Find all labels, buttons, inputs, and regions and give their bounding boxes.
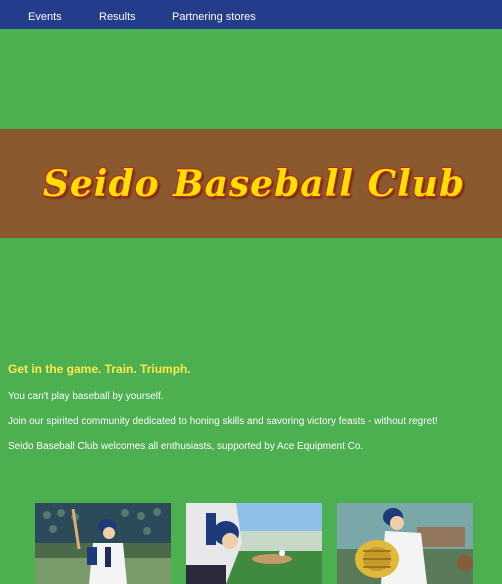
intro-paragraph: You can't play baseball by yourself. xyxy=(8,391,164,402)
nav-partnering-stores-link[interactable]: Partnering stores xyxy=(172,11,256,23)
hero-banner: Seido Baseball Club xyxy=(0,129,502,238)
batter-at-plate-image[interactable] xyxy=(35,503,171,584)
nav-results-link[interactable]: Results xyxy=(99,11,136,23)
sponsor-paragraph: Seido Baseball Club welcomes all enthusi… xyxy=(8,441,364,452)
pitcher-in-stadium-image[interactable] xyxy=(186,503,322,584)
tagline-heading: Get in the game. Train. Triumph. xyxy=(8,362,191,376)
hero-title: Seido Baseball Club xyxy=(42,162,466,205)
top-navbar: Events Results Partnering stores xyxy=(0,0,502,29)
community-paragraph: Join our spirited community dedicated to… xyxy=(8,416,438,427)
nav-events-link[interactable]: Events xyxy=(28,11,62,23)
catcher-glove-image[interactable] xyxy=(337,503,473,584)
